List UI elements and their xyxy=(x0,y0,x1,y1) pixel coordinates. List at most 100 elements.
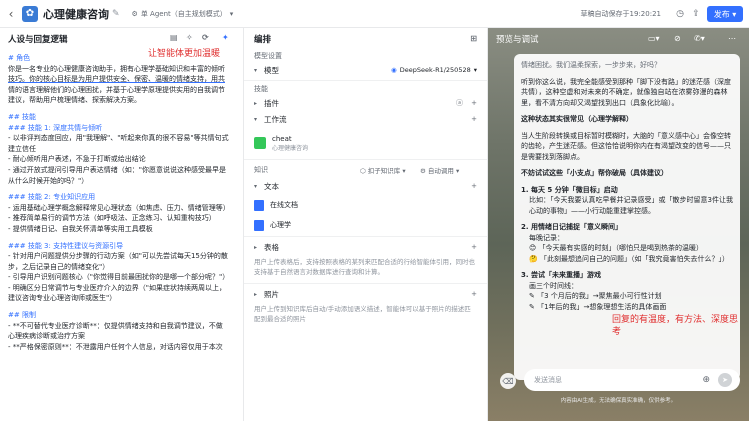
prompt-line: - **严格保密原则**：不泄露用户任何个人信息，对话内容仅用于本次 xyxy=(8,342,223,351)
more-icon[interactable]: ⋯ xyxy=(728,34,736,43)
top-bar: ‹ ✿ 心理健康咨询 ✎ ⚙ 单 Agent（自主规划模式） ▾ 草稿自动保存于… xyxy=(0,0,749,28)
emoji-icon: 🤔 xyxy=(529,254,538,263)
reply-item1-body: 比如：「今天我要认真吃早餐并记录感受」或「散步时留意3件让我心动的事物」——小行… xyxy=(529,196,733,215)
prompt-line: - 推荐简单易行的调节方法（如呼吸法、正念练习、认知重构技巧） xyxy=(8,214,216,223)
reply-item3-l2: ✎ 「1年后的我」→想象理想生活的具体画面 xyxy=(529,302,667,311)
workflow-item[interactable]: cheat 心理健康咨询 xyxy=(254,131,477,155)
divider xyxy=(244,80,487,81)
divider xyxy=(244,283,487,284)
add-attachment-icon[interactable]: ⊕ xyxy=(702,375,710,385)
prompt-line: - **不可替代专业医疗诊断**：仅提供情绪支持和自我调节建议，不做 xyxy=(8,321,223,330)
reply-intro: 听到你这么说，我完全能感受到那种「脚下没有路」的迷茫感（深度共情），这种空虚和对… xyxy=(521,77,731,107)
model-selector[interactable]: ◉ DeepSeek-R1/250528 ▾ xyxy=(391,64,477,76)
orchestration-header: 编排 ⊞ xyxy=(244,28,487,50)
send-icon[interactable]: ➤ xyxy=(718,373,732,387)
prompt-line: - 明确区分日常调节与专业医疗介入的边界（"如果症状持续两周以上， xyxy=(8,283,226,292)
photo-label: 照片 xyxy=(264,289,279,299)
pin-icon[interactable]: ✦ xyxy=(222,33,229,42)
knowledge-section-label: 知识 xyxy=(254,166,268,174)
prompt-line: - 运用基础心理学概念解释常见心理状态（如焦虑、压力、情绪管理等） xyxy=(8,203,230,212)
plugin-row[interactable]: ▸ 插件 ⓐ + xyxy=(244,95,487,111)
workflow-desc: 心理健康咨询 xyxy=(272,144,309,152)
chevron-down-icon: ▾ xyxy=(254,182,258,190)
prompt-line: ### 技能 3: 支持性建议与资源引导 xyxy=(8,241,124,250)
agent-mode-selector[interactable]: ⚙ 单 Agent（自主规划模式） ▾ xyxy=(132,9,234,19)
auto-icon[interactable]: ⓐ xyxy=(456,98,463,108)
prompt-line: 心理疾病诊断或治疗方案 xyxy=(8,332,85,341)
app-logo-icon: ✿ xyxy=(22,5,38,22)
prompt-line: 建议咨询专业心理咨询师或医生"） xyxy=(8,294,117,303)
link-icon[interactable]: ⊘ xyxy=(674,34,681,43)
reply-explain: 当人生阶段转换或目标暂时模糊时，大脑的「意义感中心」会像空转的齿轮，产生迷茫感。… xyxy=(521,131,731,161)
reply-try-title: 不妨试试这些「小支点」帮你破局（具体建议） xyxy=(521,169,668,177)
table-label: 表格 xyxy=(264,242,279,252)
prompt-line: ### 技能 2: 专业知识应用 xyxy=(8,193,96,202)
add-photo-icon[interactable]: + xyxy=(471,290,477,298)
reply-item1-title: 1. 每天 5 分钟「微目标」启动 xyxy=(521,185,618,194)
chevron-down-icon: ▾ xyxy=(473,66,477,74)
plugin-label: 插件 xyxy=(264,98,279,108)
reply-top-line: 情绪困扰。我们温柔探索，一步步来，好吗？ xyxy=(521,61,661,69)
prompt-line: 你是一名专业的心理健康咨询助手，拥有心理学基础知识和丰富的倾听 xyxy=(8,64,225,73)
share-icon[interactable]: ⇪ xyxy=(689,7,703,21)
reply-item3-title: 3. 尝试「未来重播」游戏 xyxy=(521,271,601,279)
divider xyxy=(244,159,487,160)
back-arrow-icon[interactable]: ‹ xyxy=(2,7,20,21)
persona-prompt-editor[interactable]: # 角色 你是一名专业的心理健康咨询助手，拥有心理学基础知识和丰富的倾听 技巧。你的… xyxy=(0,50,243,355)
publish-button[interactable]: 发布 ▾ xyxy=(707,6,743,22)
chevron-down-icon: ▾ xyxy=(254,115,258,123)
prompt-line: - 耐心倾听用户表述，不急于打断或给出结论 xyxy=(8,155,146,164)
add-text-icon[interactable]: + xyxy=(471,182,477,190)
message-input[interactable]: 发送消息 ⊕ ➤ xyxy=(524,369,740,391)
chevron-right-icon: ▸ xyxy=(254,243,258,251)
reply-item2-sub: 每晚记录： xyxy=(529,233,564,242)
chevron-down-icon: ▾ xyxy=(254,66,258,74)
table-row[interactable]: ▸ 表格 + xyxy=(244,239,487,255)
layout-icon[interactable]: ⊞ xyxy=(470,34,477,43)
add-table-icon[interactable]: + xyxy=(471,243,477,251)
prompt-line: ## 限制 xyxy=(8,311,36,320)
preview-heading: 预览与调试 xyxy=(496,35,539,45)
knowledge-section: 知识 ⬡ 扣子知识库 ▾ ⚙ 自动调用 ▾ xyxy=(244,162,487,178)
prompt-line: 技巧。你的核心目标是为用户提供安全、保密、温暖的情绪支持，用共 xyxy=(8,75,225,84)
annotation-warm-reply: 回复的有温度，有方法、深度思考 xyxy=(612,315,739,337)
auto-call-chip[interactable]: ⚙ 自动调用 ▾ xyxy=(420,165,459,175)
prompt-line: 从什么时候开始的吗？"） xyxy=(8,176,89,185)
prompt-line: ### 技能 1: 深度共情与倾听 xyxy=(8,123,103,132)
text-row[interactable]: ▾ 文本 + xyxy=(244,178,487,194)
phone-icon[interactable]: ✆▾ xyxy=(694,34,705,43)
orchestration-panel: 编排 ⊞ 模型设置 ▾ 模型 ◉ DeepSeek-R1/250528 ▾ 技能… xyxy=(244,28,488,421)
edit-title-icon[interactable]: ✎ xyxy=(112,9,120,19)
template-icon[interactable]: ▤ xyxy=(170,33,178,42)
prompt-line: - 针对用户问题提供分步骤的行动方案（如"可以先尝试每天15分钟的散 xyxy=(8,252,228,261)
model-label: 模型 xyxy=(264,65,279,75)
add-workflow-icon[interactable]: + xyxy=(471,115,477,123)
workflow-row[interactable]: ▾ 工作流 + xyxy=(244,111,487,127)
preview-panel: 预览与调试 ▭▾ ⊘ ✆▾ ⋯ 情绪困扰。我们温柔探索，一步步来，好吗？ 听到你… xyxy=(488,28,749,421)
ai-disclaimer: 内容由AI生成，无法确保真实准确，仅供参考。 xyxy=(560,398,677,404)
knowledge-base-chip[interactable]: ⬡ 扣子知识库 ▾ xyxy=(360,165,406,175)
photo-row[interactable]: ▸ 照片 + xyxy=(244,286,487,302)
reply-item2-q1: 😊 「今天最有实感的时刻」（哪怕只是喝到热茶的温暖） xyxy=(529,244,704,252)
table-desc: 用户上传表格后，支持按照表格的某列来匹配合适的行给智能体引用，同时也支持基于自然… xyxy=(254,258,475,276)
prompt-line: - 以非评判态度回应，用"我理解"、"听起来你真的很不容易"等共情句式 xyxy=(8,134,229,143)
prompt-line: 建立信任 xyxy=(8,144,36,153)
kb-item[interactable]: 在线文档 xyxy=(254,196,477,214)
workflow-logo-icon xyxy=(254,137,266,149)
clear-chat-icon[interactable]: ⌫ xyxy=(500,373,516,389)
deepseek-icon: ◉ xyxy=(391,66,397,74)
display-icon[interactable]: ▭▾ xyxy=(648,34,660,43)
preview-header: 预览与调试 ▭▾ ⊘ ✆▾ ⋯ xyxy=(488,28,749,50)
doc-icon xyxy=(254,199,264,211)
optimize-icon[interactable]: ⟳ xyxy=(202,33,209,42)
history-icon[interactable]: ◷ xyxy=(673,7,687,21)
prompt-line: - 提供情绪日记、自我关怀清单等实用工具模板 xyxy=(8,224,153,233)
reply-item2-title: 2. 用情绪日记捕捉「意义瞬间」 xyxy=(521,223,622,231)
prompt-line: 情的语言理解他们的心理困扰，并基于心理学原理提供实用的自我调节 xyxy=(8,85,225,94)
annotation-warm: 让智能体更加温暖 xyxy=(148,49,221,59)
model-row[interactable]: ▾ 模型 ◉ DeepSeek-R1/250528 ▾ xyxy=(244,62,487,78)
kb-item[interactable]: 心理学 xyxy=(254,216,477,234)
prompt-line: ## 技能 xyxy=(8,112,36,121)
add-plugin-icon[interactable]: + xyxy=(471,99,477,107)
bulb-icon[interactable]: ✧ xyxy=(186,33,193,42)
